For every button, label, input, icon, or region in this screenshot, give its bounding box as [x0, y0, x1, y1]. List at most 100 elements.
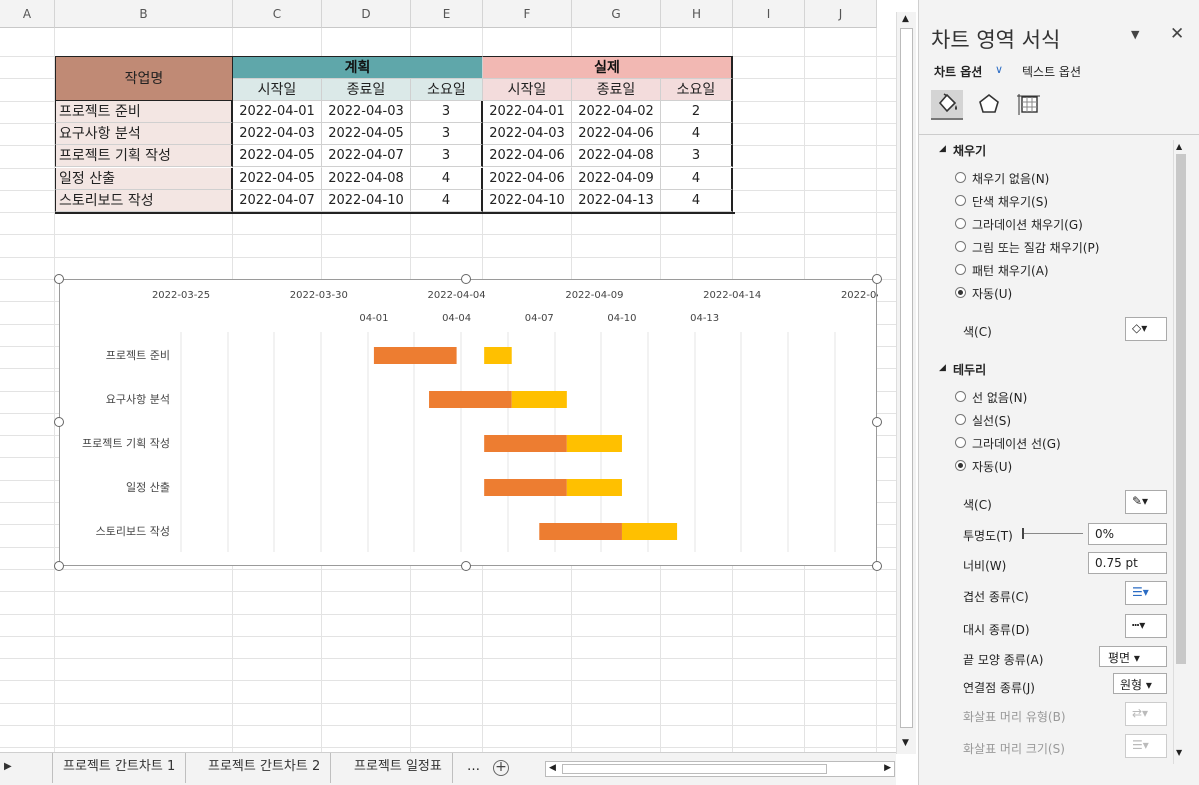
column-header-c[interactable]: C — [233, 0, 322, 28]
table-cell: 2022-04-05 — [322, 123, 411, 146]
secondary-axis-label: 04-01 — [359, 313, 388, 324]
border-radio-1[interactable] — [955, 414, 966, 425]
chevron-down-icon[interactable]: ∨ — [995, 63, 1003, 76]
resize-handle[interactable] — [461, 274, 471, 284]
join-type-dropdown[interactable]: 원형 ▾ — [1113, 673, 1167, 694]
fill-radio-1[interactable] — [955, 195, 966, 206]
pane-scrollbar[interactable]: ▲ ▼ — [1173, 140, 1187, 764]
fill-radio-0[interactable] — [955, 172, 966, 183]
compound-type-dropdown[interactable]: ☰▾ — [1125, 581, 1167, 605]
border-radio-0[interactable] — [955, 391, 966, 402]
sub-header-1: 종료일 — [322, 79, 411, 101]
arrow-size-dropdown[interactable]: ☰▾ — [1125, 734, 1167, 758]
tab-gantt-2[interactable]: 프로젝트 간트차트 2 — [198, 753, 332, 783]
fill-option-label[interactable]: 채우기 없음(N) — [972, 170, 1049, 187]
resize-handle[interactable] — [54, 274, 64, 284]
border-option-label[interactable]: 실선(S) — [972, 412, 1011, 429]
table-cell: 4 — [411, 189, 483, 212]
cap-type-dropdown[interactable]: 평면 ▾ — [1099, 646, 1167, 667]
fill-radio-4[interactable] — [955, 264, 966, 275]
border-radio-2[interactable] — [955, 437, 966, 448]
tab-text-options[interactable]: 텍스트 옵션 — [1022, 63, 1081, 80]
tab-scroll-left-icon[interactable]: ▶ — [4, 761, 12, 772]
column-header-j[interactable]: J — [805, 0, 877, 28]
gantt-bar-series-1 — [484, 347, 512, 364]
gantt-chart[interactable]: 2022-03-25 2022-03-30 2022-04-04 2022-04-09… — [59, 279, 896, 566]
fill-color-label: 색(C) — [963, 325, 992, 339]
border-option-label[interactable]: 선 없음(N) — [972, 389, 1027, 406]
arrow-begin-type-dropdown[interactable]: ⇄▾ — [1125, 702, 1167, 726]
collapse-fill-icon[interactable]: ◢ — [939, 144, 946, 154]
fill-color-picker[interactable]: ◇▾ — [1125, 317, 1167, 341]
width-input[interactable]: 0.75 pt — [1088, 552, 1167, 574]
scroll-right-icon[interactable]: ▶ — [884, 763, 891, 773]
resize-handle[interactable] — [54, 417, 64, 427]
fill-option-label[interactable]: 그림 또는 질감 채우기(P) — [972, 239, 1099, 256]
effects-tab[interactable] — [973, 90, 1005, 120]
tab-chart-options[interactable]: 차트 옵션 — [934, 63, 982, 80]
fill-line-tab[interactable] — [931, 90, 963, 120]
pane-options-icon[interactable]: ▼ — [1131, 28, 1139, 41]
pane-scroll-thumb[interactable] — [1176, 154, 1186, 664]
fill-radio-5[interactable] — [955, 287, 966, 298]
join-type-label: 연결점 종류(J) — [963, 681, 1035, 695]
vertical-scrollbar[interactable]: ▲ ▼ — [896, 12, 916, 754]
scroll-up-icon[interactable]: ▲ — [902, 14, 909, 24]
resize-handle[interactable] — [872, 274, 882, 284]
chart-svg: 2022-03-25 2022-03-30 2022-04-04 2022-04-09… — [82, 290, 896, 552]
border-color-picker[interactable]: ✎▾ — [1125, 490, 1167, 514]
resize-handle[interactable] — [461, 561, 471, 571]
task-header: 작업명 — [55, 56, 233, 101]
table-cell: 2022-04-06 — [483, 145, 572, 168]
table-cell: 2022-04-08 — [322, 167, 411, 190]
resize-handle[interactable] — [872, 561, 882, 571]
column-header-a[interactable]: A — [0, 0, 55, 28]
horizontal-scroll-thumb[interactable] — [562, 764, 827, 774]
fill-radio-3[interactable] — [955, 241, 966, 252]
column-header-f[interactable]: F — [483, 0, 572, 28]
more-tabs-icon[interactable]: … — [467, 759, 480, 774]
scroll-down-icon[interactable]: ▼ — [902, 738, 909, 748]
transparency-slider[interactable] — [1023, 533, 1083, 534]
fill-option-label[interactable]: 그라데이션 채우기(G) — [972, 216, 1083, 233]
transparency-input[interactable]: 0% — [1088, 523, 1167, 545]
border-section-title: 테두리 — [953, 363, 987, 377]
table-cell: 3 — [411, 145, 483, 168]
secondary-axis-label: 04-13 — [690, 313, 719, 324]
resize-handle[interactable] — [872, 417, 882, 427]
column-header-g[interactable]: G — [572, 0, 661, 28]
tab-gantt-1[interactable]: 프로젝트 간트차트 1 — [52, 753, 187, 783]
transparency-slider-thumb[interactable] — [1022, 528, 1024, 539]
fill-option-label[interactable]: 단색 채우기(S) — [972, 193, 1048, 210]
dash-type-dropdown[interactable]: ┅▾ — [1125, 614, 1167, 638]
top-axis-label: 2022-04-04 — [428, 290, 486, 301]
column-header-d[interactable]: D — [322, 0, 411, 28]
fill-option-label[interactable]: 패턴 채우기(A) — [972, 262, 1049, 279]
add-sheet-icon[interactable]: + — [493, 760, 509, 776]
column-header-h[interactable]: H — [661, 0, 733, 28]
fill-option-label[interactable]: 자동(U) — [972, 285, 1012, 302]
tab-schedule[interactable]: 프로젝트 일정표 — [344, 753, 453, 783]
pane-scroll-up-icon[interactable]: ▲ — [1176, 142, 1182, 151]
sheet-tab-bar: ▶ 프로젝트 간트차트 1 프로젝트 간트차트 2 프로젝트 일정표 … + ◀… — [0, 752, 896, 785]
border-option-label[interactable]: 그라데이션 선(G) — [972, 435, 1061, 452]
sub-header-0: 시작일 — [233, 79, 322, 101]
table-cell: 2022-04-05 — [233, 145, 322, 168]
worksheet[interactable]: A B C D E F G H I J 작업명 계획 실제 시작일 종료일 소요일 시작일 종료일 소요일 프로젝트 … — [0, 0, 896, 752]
grid-line-horizontal — [0, 747, 896, 748]
collapse-border-icon[interactable]: ◢ — [939, 363, 946, 373]
grid-line-horizontal — [0, 680, 896, 681]
vertical-scroll-thumb[interactable] — [900, 28, 913, 728]
resize-handle[interactable] — [54, 561, 64, 571]
border-option-label[interactable]: 자동(U) — [972, 458, 1012, 475]
column-header-i[interactable]: I — [733, 0, 805, 28]
border-radio-3[interactable] — [955, 460, 966, 471]
column-header-e[interactable]: E — [411, 0, 483, 28]
close-icon[interactable]: ✕ — [1170, 24, 1184, 44]
horizontal-scrollbar[interactable]: ◀ ▶ — [545, 761, 895, 777]
column-header-b[interactable]: B — [55, 0, 233, 28]
pane-scroll-down-icon[interactable]: ▼ — [1176, 748, 1182, 757]
fill-radio-2[interactable] — [955, 218, 966, 229]
scroll-left-icon[interactable]: ◀ — [549, 763, 556, 773]
size-properties-tab[interactable] — [1013, 90, 1045, 120]
